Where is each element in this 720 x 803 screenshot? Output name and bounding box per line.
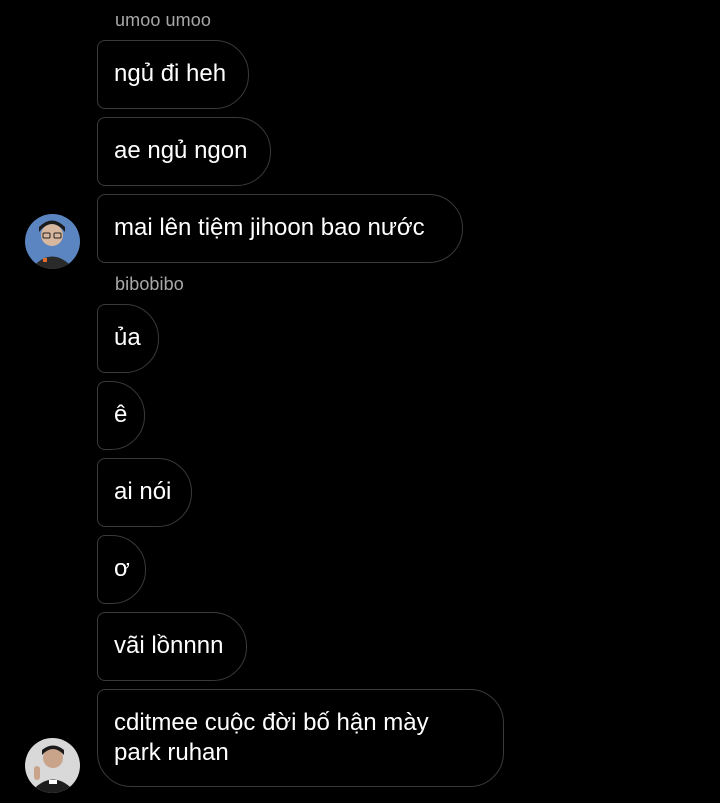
message-text: ai nói (114, 478, 172, 505)
message-text: cditmee cuộc đời bố hận mày park ruhan (114, 709, 429, 766)
message-bubble[interactable]: cditmee cuộc đời bố hận mày park ruhan (97, 689, 504, 787)
message-text: ủa (114, 324, 141, 351)
message-bubble[interactable]: ê (97, 381, 145, 450)
person-avatar-icon (25, 214, 80, 269)
message-bubble[interactable]: ai nói (97, 458, 192, 527)
avatar[interactable] (25, 214, 80, 269)
message-text: ơ (114, 555, 130, 582)
message-text: mai lên tiệm jihoon bao nước (114, 214, 425, 241)
message-bubble[interactable]: ủa (97, 304, 159, 373)
message-bubble[interactable]: ae ngủ ngon (97, 117, 271, 186)
message-bubble[interactable]: vãi lồnnnn (97, 612, 247, 681)
avatar[interactable] (25, 738, 80, 793)
message-bubble[interactable]: mai lên tiệm jihoon bao nước (97, 194, 463, 263)
sender-name-bibobibo: bibobibo (115, 274, 184, 294)
sender-name-umoo: umoo umoo (115, 10, 211, 30)
message-text: vãi lồnnnn (114, 632, 224, 659)
message-text: ae ngủ ngon (114, 137, 248, 164)
message-text: ê (114, 401, 128, 428)
person-avatar-icon (25, 738, 80, 793)
message-bubble[interactable]: ngủ đi heh (97, 40, 249, 109)
message-bubble[interactable]: ơ (97, 535, 146, 604)
message-text: ngủ đi heh (114, 60, 227, 87)
